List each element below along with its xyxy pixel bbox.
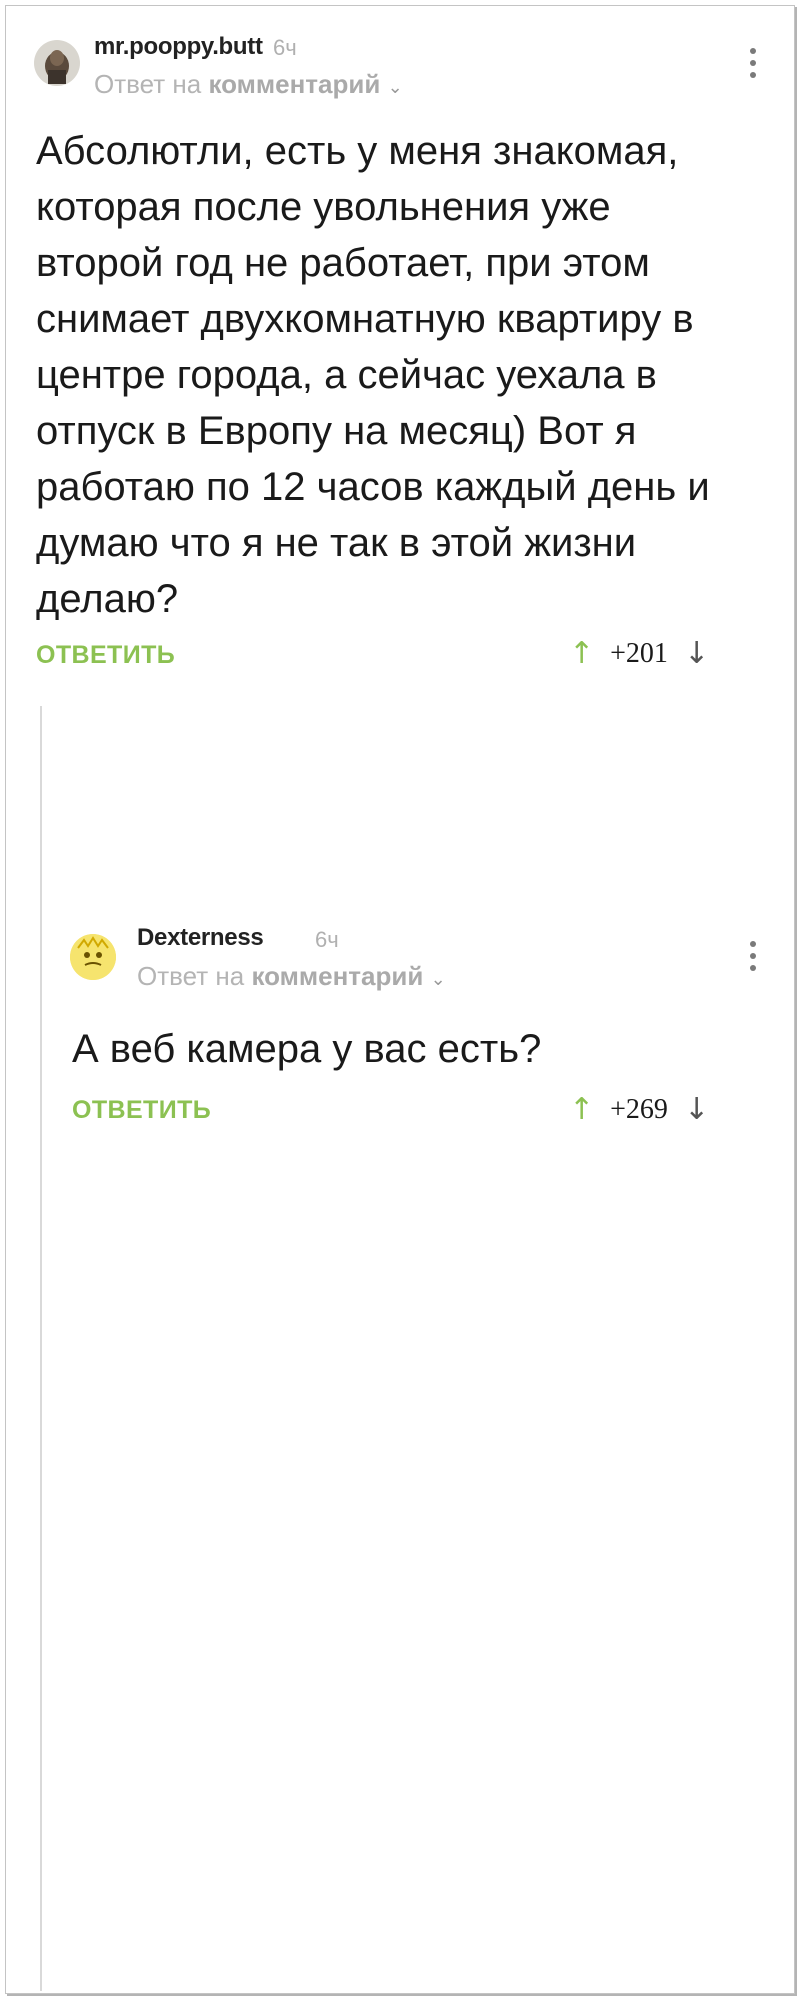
reply-prefix: Ответ на <box>137 961 245 991</box>
reply-button[interactable]: ОТВЕТИТЬ <box>36 641 175 670</box>
comment-thread: mr.pooppy.butt 6ч Ответ на комментарий ⌄… <box>5 5 795 1994</box>
timestamp: 6ч <box>273 35 297 60</box>
reply-to-link[interactable]: Ответ на комментарий ⌄ <box>137 961 446 992</box>
arrow-down-icon[interactable]: ↓ <box>684 1092 709 1127</box>
reply-button[interactable]: ОТВЕТИТЬ <box>72 1096 211 1125</box>
vote-controls: ↑ +269 ↓ <box>569 1092 709 1127</box>
score: +201 <box>610 637 668 669</box>
comment-text: Абсолютли, есть у меня знакомая, которая… <box>36 129 710 621</box>
timestamp: 6ч <box>315 927 339 952</box>
reply-prefix: Ответ на <box>94 69 202 99</box>
arrow-up-icon[interactable]: ↑ <box>569 636 594 671</box>
more-vertical-icon[interactable] <box>748 941 758 979</box>
author-name[interactable]: mr.pooppy.butt <box>94 33 263 61</box>
reply-to-link[interactable]: Ответ на комментарий ⌄ <box>94 69 403 100</box>
reply-target: комментарий <box>251 961 424 991</box>
reply-target: комментарий <box>208 69 381 99</box>
thread-line <box>40 706 42 1991</box>
chevron-down-icon: ⌄ <box>387 77 403 97</box>
score: +269 <box>610 1093 668 1125</box>
arrow-up-icon[interactable]: ↑ <box>569 1092 594 1127</box>
more-vertical-icon[interactable] <box>748 48 758 86</box>
avatar[interactable] <box>34 40 80 86</box>
avatar[interactable] <box>70 934 116 980</box>
arrow-down-icon[interactable]: ↓ <box>684 636 709 671</box>
chevron-down-icon: ⌄ <box>430 969 446 989</box>
comment-text: А веб камера у вас есть? <box>72 1027 542 1071</box>
author-name[interactable]: Dexterness <box>137 924 264 952</box>
vote-controls: ↑ +201 ↓ <box>569 636 709 671</box>
